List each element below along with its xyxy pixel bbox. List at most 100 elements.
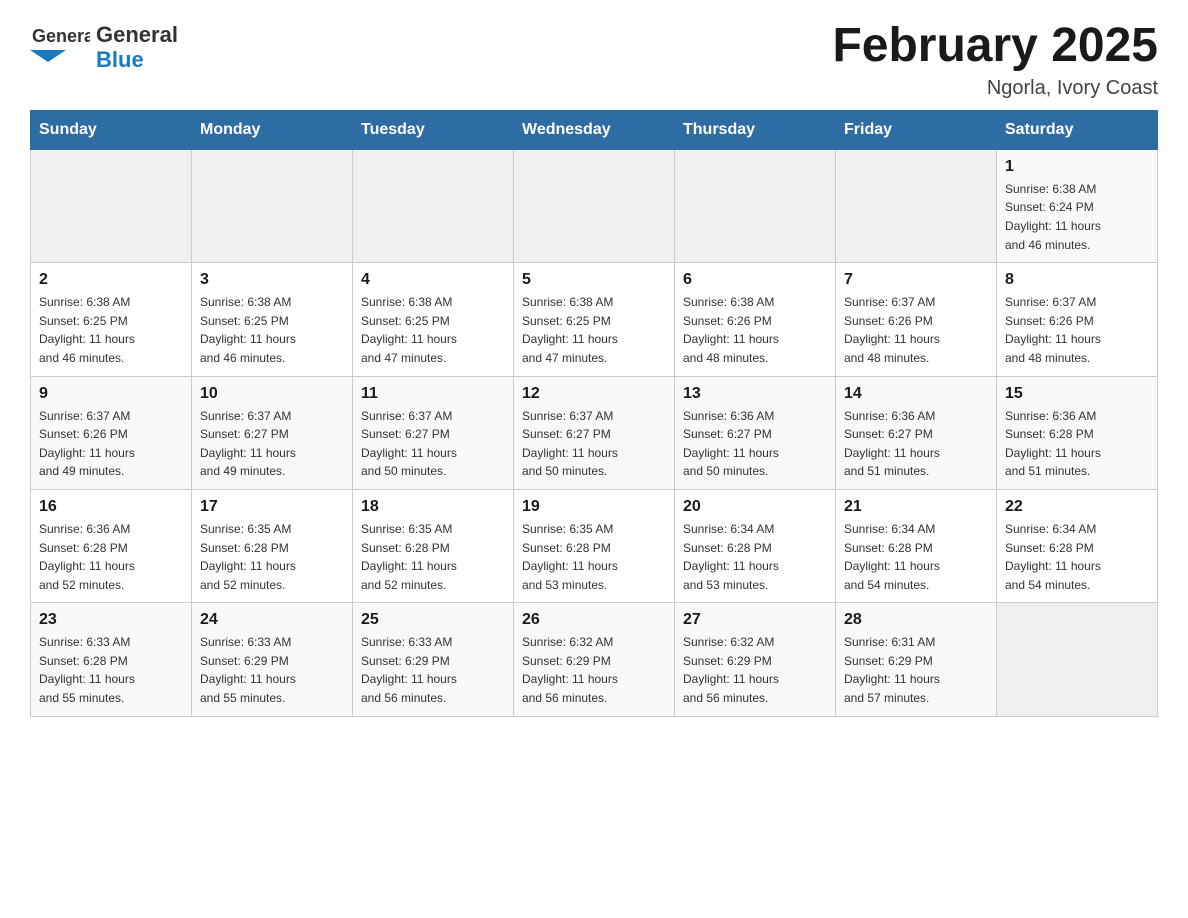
day-number: 14 — [844, 385, 988, 403]
day-info: Sunrise: 6:36 AM Sunset: 6:27 PM Dayligh… — [683, 407, 827, 481]
day-info: Sunrise: 6:34 AM Sunset: 6:28 PM Dayligh… — [683, 520, 827, 594]
calendar-week-row: 1 Sunrise: 6:38 AM Sunset: 6:24 PM Daylig… — [31, 149, 1158, 262]
day-number: 1 — [1005, 158, 1149, 176]
day-number: 19 — [522, 498, 666, 516]
table-row — [836, 149, 997, 262]
table-row: 15Sunrise: 6:36 AM Sunset: 6:28 PM Dayli… — [997, 376, 1158, 489]
calendar-week-row: 23 Sunrise: 6:33 AM Sunset: 6:28 PM Dayli… — [31, 603, 1158, 716]
day-number: 16 — [39, 498, 183, 516]
location: Ngorla, Ivory Coast — [832, 77, 1158, 100]
day-info: Sunrise: 6:37 AM Sunset: 6:27 PM Dayligh… — [361, 407, 505, 481]
table-row — [192, 149, 353, 262]
table-row: 22 Sunrise: 6:34 AM Sunset: 6:28 PM Dayli… — [997, 489, 1158, 602]
day-info: Sunrise: 6:37 AM Sunset: 6:26 PM Dayligh… — [1005, 293, 1149, 367]
col-monday: Monday — [192, 110, 353, 149]
table-row: 9 Sunrise: 6:37 AM Sunset: 6:26 PM Daylig… — [31, 376, 192, 489]
table-row: 6 Sunrise: 6:38 AM Sunset: 6:26 PM Daylig… — [675, 263, 836, 376]
day-info: Sunrise: 6:32 AM Sunset: 6:29 PM Dayligh… — [683, 633, 827, 707]
day-number: 23 — [39, 611, 183, 629]
table-row: 2Sunrise: 6:38 AM Sunset: 6:25 PM Daylig… — [31, 263, 192, 376]
table-row: 26 Sunrise: 6:32 AM Sunset: 6:29 PM Dayli… — [514, 603, 675, 716]
col-saturday: Saturday — [997, 110, 1158, 149]
table-row: 18 Sunrise: 6:35 AM Sunset: 6:28 PM Dayli… — [353, 489, 514, 602]
day-number: 27 — [683, 611, 827, 629]
calendar-header-row: Sunday Monday Tuesday Wednesday Thursday… — [31, 110, 1158, 149]
table-row: 27 Sunrise: 6:32 AM Sunset: 6:29 PM Dayli… — [675, 603, 836, 716]
day-info: Sunrise: 6:37 AM Sunset: 6:26 PM Dayligh… — [39, 407, 183, 481]
day-number: 9 — [39, 385, 183, 403]
day-info: Sunrise: 6:38 AM Sunset: 6:24 PM Dayligh… — [1005, 180, 1149, 254]
table-row — [353, 149, 514, 262]
day-number: 22 — [1005, 498, 1149, 516]
table-row: 11 Sunrise: 6:37 AM Sunset: 6:27 PM Dayli… — [353, 376, 514, 489]
day-info: Sunrise: 6:31 AM Sunset: 6:29 PM Dayligh… — [844, 633, 988, 707]
table-row: 21Sunrise: 6:34 AM Sunset: 6:28 PM Dayli… — [836, 489, 997, 602]
day-info: Sunrise: 6:37 AM Sunset: 6:27 PM Dayligh… — [200, 407, 344, 481]
month-title: February 2025 — [832, 20, 1158, 73]
day-number: 17 — [200, 498, 344, 516]
table-row: 7 Sunrise: 6:37 AM Sunset: 6:26 PM Daylig… — [836, 263, 997, 376]
day-number: 28 — [844, 611, 988, 629]
day-number: 26 — [522, 611, 666, 629]
day-info: Sunrise: 6:34 AM Sunset: 6:28 PM Dayligh… — [1005, 520, 1149, 594]
day-info: Sunrise: 6:38 AM Sunset: 6:26 PM Dayligh… — [683, 293, 827, 367]
page-header: General GeneralBlue February 2025 Ngorla… — [30, 20, 1158, 100]
table-row: 14Sunrise: 6:36 AM Sunset: 6:27 PM Dayli… — [836, 376, 997, 489]
day-info: Sunrise: 6:38 AM Sunset: 6:25 PM Dayligh… — [200, 293, 344, 367]
calendar-week-row: 9 Sunrise: 6:37 AM Sunset: 6:26 PM Daylig… — [31, 376, 1158, 489]
table-row: 16Sunrise: 6:36 AM Sunset: 6:28 PM Dayli… — [31, 489, 192, 602]
table-row — [675, 149, 836, 262]
day-info: Sunrise: 6:33 AM Sunset: 6:29 PM Dayligh… — [361, 633, 505, 707]
day-info: Sunrise: 6:35 AM Sunset: 6:28 PM Dayligh… — [200, 520, 344, 594]
table-row: 12Sunrise: 6:37 AM Sunset: 6:27 PM Dayli… — [514, 376, 675, 489]
calendar-week-row: 16Sunrise: 6:36 AM Sunset: 6:28 PM Dayli… — [31, 489, 1158, 602]
table-row: 1 Sunrise: 6:38 AM Sunset: 6:24 PM Daylig… — [997, 149, 1158, 262]
col-wednesday: Wednesday — [514, 110, 675, 149]
day-number: 8 — [1005, 271, 1149, 289]
col-tuesday: Tuesday — [353, 110, 514, 149]
day-info: Sunrise: 6:33 AM Sunset: 6:28 PM Dayligh… — [39, 633, 183, 707]
day-number: 20 — [683, 498, 827, 516]
table-row: 5 Sunrise: 6:38 AM Sunset: 6:25 PM Daylig… — [514, 263, 675, 376]
calendar-table: Sunday Monday Tuesday Wednesday Thursday… — [30, 110, 1158, 717]
day-info: Sunrise: 6:35 AM Sunset: 6:28 PM Dayligh… — [361, 520, 505, 594]
table-row — [31, 149, 192, 262]
table-row: 13 Sunrise: 6:36 AM Sunset: 6:27 PM Dayli… — [675, 376, 836, 489]
day-number: 13 — [683, 385, 827, 403]
table-row: 23 Sunrise: 6:33 AM Sunset: 6:28 PM Dayli… — [31, 603, 192, 716]
col-thursday: Thursday — [675, 110, 836, 149]
table-row: 20 Sunrise: 6:34 AM Sunset: 6:28 PM Dayli… — [675, 489, 836, 602]
svg-text:General: General — [32, 26, 90, 46]
day-number: 6 — [683, 271, 827, 289]
title-block: February 2025 Ngorla, Ivory Coast — [832, 20, 1158, 100]
table-row: 3Sunrise: 6:38 AM Sunset: 6:25 PM Daylig… — [192, 263, 353, 376]
day-info: Sunrise: 6:32 AM Sunset: 6:29 PM Dayligh… — [522, 633, 666, 707]
logo: General GeneralBlue — [30, 20, 178, 75]
day-info: Sunrise: 6:36 AM Sunset: 6:28 PM Dayligh… — [1005, 407, 1149, 481]
day-number: 25 — [361, 611, 505, 629]
day-number: 4 — [361, 271, 505, 289]
day-info: Sunrise: 6:35 AM Sunset: 6:28 PM Dayligh… — [522, 520, 666, 594]
table-row: 17 Sunrise: 6:35 AM Sunset: 6:28 PM Dayli… — [192, 489, 353, 602]
table-row: 28 Sunrise: 6:31 AM Sunset: 6:29 PM Dayli… — [836, 603, 997, 716]
day-info: Sunrise: 6:38 AM Sunset: 6:25 PM Dayligh… — [361, 293, 505, 367]
table-row: 19 Sunrise: 6:35 AM Sunset: 6:28 PM Dayli… — [514, 489, 675, 602]
col-sunday: Sunday — [31, 110, 192, 149]
table-row — [514, 149, 675, 262]
table-row: 4 Sunrise: 6:38 AM Sunset: 6:25 PM Daylig… — [353, 263, 514, 376]
day-info: Sunrise: 6:34 AM Sunset: 6:28 PM Dayligh… — [844, 520, 988, 594]
table-row — [997, 603, 1158, 716]
day-number: 2 — [39, 271, 183, 289]
col-friday: Friday — [836, 110, 997, 149]
day-number: 5 — [522, 271, 666, 289]
table-row: 25 Sunrise: 6:33 AM Sunset: 6:29 PM Dayli… — [353, 603, 514, 716]
day-number: 11 — [361, 385, 505, 403]
day-info: Sunrise: 6:33 AM Sunset: 6:29 PM Dayligh… — [200, 633, 344, 707]
day-info: Sunrise: 6:38 AM Sunset: 6:25 PM Dayligh… — [522, 293, 666, 367]
day-number: 18 — [361, 498, 505, 516]
table-row: 24 Sunrise: 6:33 AM Sunset: 6:29 PM Dayli… — [192, 603, 353, 716]
day-number: 7 — [844, 271, 988, 289]
day-number: 24 — [200, 611, 344, 629]
day-info: Sunrise: 6:37 AM Sunset: 6:26 PM Dayligh… — [844, 293, 988, 367]
day-info: Sunrise: 6:37 AM Sunset: 6:27 PM Dayligh… — [522, 407, 666, 481]
